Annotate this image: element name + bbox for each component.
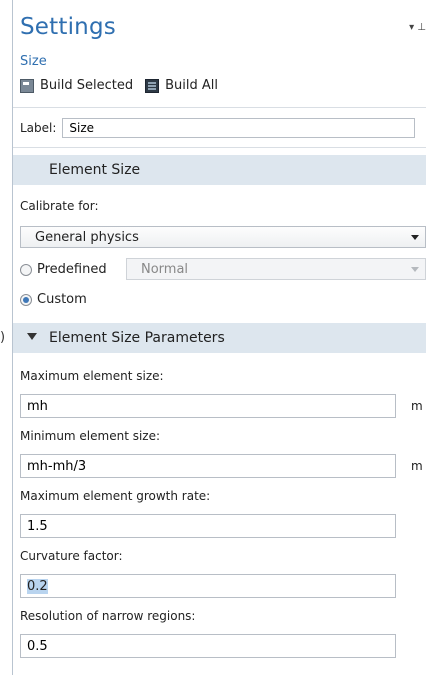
predefined-size-value: Normal [141, 261, 189, 277]
panel-window-controls[interactable]: ▾ ⊥ [409, 22, 426, 33]
chevron-down-icon [411, 235, 419, 240]
build-selected-button[interactable]: Build Selected [20, 78, 133, 93]
min-element-size-input[interactable] [20, 454, 396, 478]
curvature-factor-input[interactable]: 0.2 [20, 574, 396, 598]
element-size-parameters-title: Element Size Parameters [49, 330, 225, 346]
build-selected-label: Build Selected [40, 78, 134, 93]
node-subtitle: Size [20, 54, 47, 69]
predefined-radio-button[interactable] [20, 263, 32, 276]
predefined-size-select[interactable]: Normal [126, 258, 426, 280]
max-element-size-unit: m [411, 399, 423, 413]
calibrate-for-label: Calibrate for: [20, 199, 99, 213]
max-growth-rate-input[interactable] [20, 514, 396, 538]
settings-panel: Settings ▾ ⊥ Size Build Selected Build A… [13, 0, 426, 675]
predefined-label: Predefined [37, 262, 107, 277]
narrow-regions-input[interactable] [20, 634, 396, 658]
build-toolbar: Build Selected Build All [20, 78, 218, 93]
max-element-size-input[interactable] [20, 394, 396, 418]
narrow-regions-label: Resolution of narrow regions: [20, 609, 196, 623]
build-all-label: Build All [165, 78, 219, 93]
offscreen-text-fragment: ) [0, 330, 6, 345]
max-growth-rate-label: Maximum element growth rate: [20, 489, 211, 503]
toolbar-divider [13, 107, 426, 108]
custom-radio[interactable]: Custom [20, 292, 87, 307]
label-input[interactable] [62, 118, 416, 138]
label-divider [13, 147, 426, 148]
custom-label: Custom [37, 292, 87, 307]
build-all-icon [145, 78, 160, 93]
curvature-factor-label: Curvature factor: [20, 549, 123, 563]
build-all-button[interactable]: Build All [145, 78, 218, 93]
panel-title: Settings [20, 14, 116, 40]
min-element-size-label: Minimum element size: [20, 429, 161, 443]
element-size-parameters-section-header[interactable]: Element Size Parameters [13, 323, 426, 353]
min-element-size-unit: m [411, 459, 423, 473]
calibrate-for-select[interactable]: General physics [20, 226, 426, 248]
curvature-factor-value: 0.2 [27, 578, 48, 594]
calibrate-for-value: General physics [35, 229, 139, 245]
element-size-section-title: Element Size [49, 162, 141, 178]
element-size-section-header[interactable]: Element Size [13, 155, 426, 185]
build-selected-icon [20, 78, 34, 93]
label-row: Label: [20, 118, 416, 138]
label-field-label: Label: [20, 121, 57, 135]
collapse-arrow-icon[interactable] [27, 333, 37, 340]
predefined-radio[interactable]: Predefined [20, 262, 107, 277]
max-element-size-label: Maximum element size: [20, 369, 164, 383]
chevron-down-icon [411, 267, 419, 272]
custom-radio-button[interactable] [20, 293, 32, 306]
